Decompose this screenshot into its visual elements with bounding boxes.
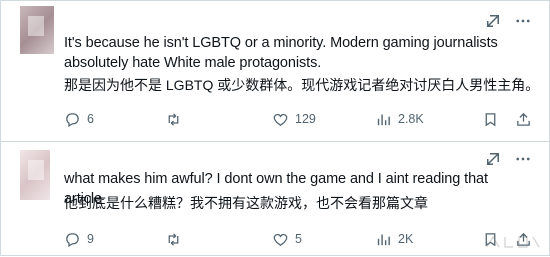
like-count: 5 [295,232,302,246]
reply-count: 6 [87,112,94,126]
grok-icon[interactable] [484,150,502,168]
reply-icon [66,232,79,247]
more-icon[interactable] [514,12,532,30]
post-translation: 他到底是什么糟糕？我不拥有这款游戏，也不会看那篇文章 [64,195,428,211]
watermark [478,231,548,253]
more-icon[interactable] [514,150,532,168]
retweet-button[interactable] [165,111,182,128]
post-top-actions [484,12,532,30]
post-top-actions [484,150,532,168]
bookmark-button[interactable] [482,111,499,128]
reply-post[interactable]: It's because he isn't LGBTQ or a minorit… [0,0,550,141]
like-count: 129 [295,112,316,126]
like-button[interactable]: 129 [272,111,316,128]
views-button[interactable]: 2.8K [375,111,424,128]
reply-post[interactable]: what makes him awful? I dont own the gam… [0,141,550,257]
retweet-button[interactable] [165,231,182,248]
post-text: It's because he isn't LGBTQ or a minorit… [64,35,498,71]
reply-count: 9 [87,232,94,246]
avatar[interactable] [20,150,50,200]
avatar[interactable] [20,6,54,54]
post-translation: 那是因为他不是 LGBTQ 或少数群体。现代游戏记者绝对讨厌白人男性主角。 [64,77,540,93]
share-icon [517,112,530,126]
action-bar: 6 129 2.8K [64,109,534,129]
grok-icon[interactable] [484,12,502,30]
views-icon [377,234,390,245]
like-icon [273,233,288,246]
views-count: 2.8K [398,112,424,126]
bookmark-icon [485,112,496,126]
views-count: 2K [398,232,414,246]
share-button[interactable] [515,111,532,128]
reply-icon [66,112,79,127]
views-button[interactable]: 2K [375,231,413,248]
like-button[interactable]: 5 [272,231,302,248]
reply-button[interactable]: 9 [64,231,94,248]
views-icon [377,114,390,125]
retweet-icon [168,112,179,126]
reply-button[interactable]: 6 [64,111,94,128]
like-icon [273,113,288,126]
retweet-icon [168,232,179,246]
action-bar: 9 5 2K [64,229,534,249]
